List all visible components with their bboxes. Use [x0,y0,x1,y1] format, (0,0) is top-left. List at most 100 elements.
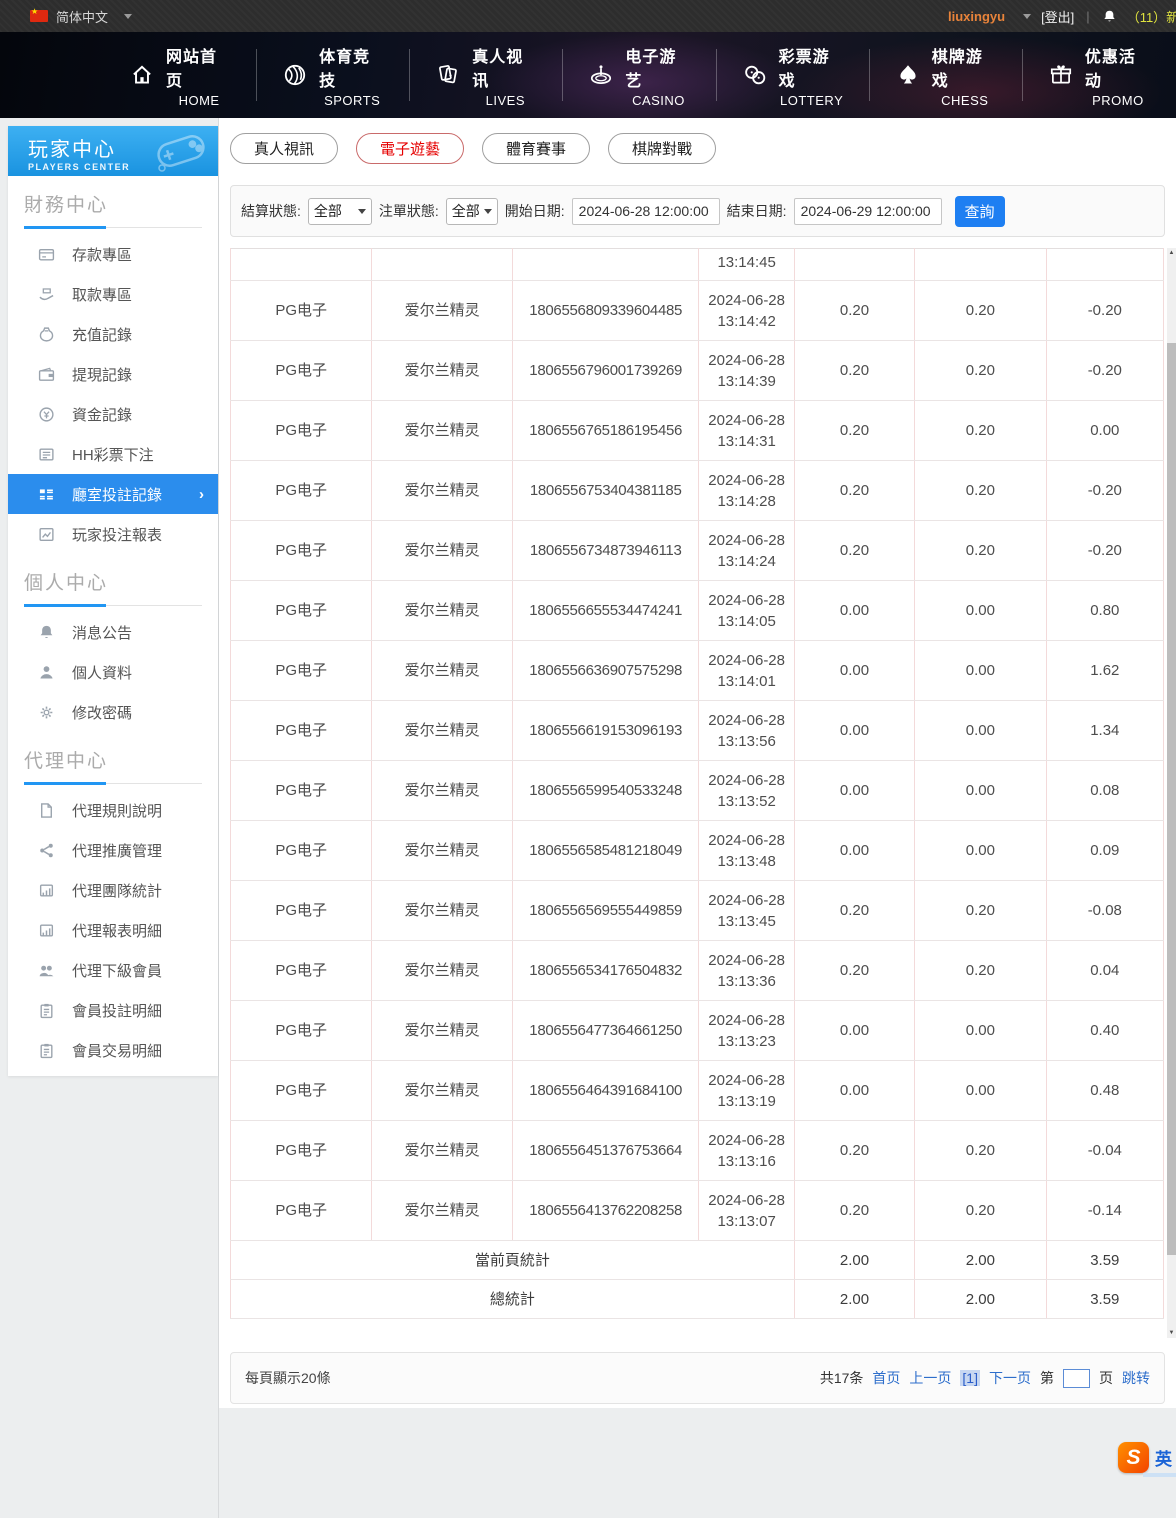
table-row: PG电子 爱尔兰精灵 1806556796001739269 2024-06-2… [231,341,1164,401]
sidebar-item-label: 提現記錄 [72,364,132,385]
current-page-indicator[interactable]: [1] [960,1370,980,1386]
search-button[interactable]: 查詢 [955,196,1005,227]
first-page-link[interactable]: 首页 [872,1368,900,1388]
table-row: PG电子 爱尔兰精灵 1806556451376753664 2024-06-2… [231,1121,1164,1181]
settle-status-select[interactable]: 全部 [308,198,372,225]
cell-game: 爱尔兰精灵 [372,581,512,641]
cell-platform: PG电子 [231,1001,372,1061]
sidebar-item-recharge-record[interactable]: 充值記錄 › [8,314,218,354]
sidebar-item-deposit[interactable]: 存款專區 › [8,234,218,274]
cell-bet-id: 1806556464391684100 [512,1061,699,1121]
chevron-down-icon [484,209,492,214]
cell-datetime: 2024-06-2813:13:23 [699,1001,794,1061]
sidebar-item-profile[interactable]: 個人資料 › [8,652,218,692]
summary-valid-bet: 2.00 [915,1241,1046,1280]
sidebar-item-funds-record[interactable]: 資金記錄 › [8,394,218,434]
nav-item-sports[interactable]: 体育竞技 SPORTS [257,43,410,108]
sidebar-item-label: HH彩票下注 [72,444,154,465]
chess-icon [895,62,921,88]
sidebar-item-room-bet-record[interactable]: 廳室投註記錄 › [8,474,218,514]
cell-valid-bet: 0.20 [915,941,1046,1001]
cell-bet-amount: 0.20 [794,1121,914,1181]
start-date-label: 開始日期: [505,201,565,221]
notification-text[interactable]: （11）新消息 [1127,7,1176,26]
sidebar-item-agent-sub-members[interactable]: 代理下級會員 › [8,950,218,990]
scroll-up-arrow[interactable]: ▲ [1167,248,1176,258]
nav-item-promo[interactable]: 优惠活动 PROMO [1023,43,1176,108]
ime-lang-badge[interactable]: 英 [1155,1445,1172,1470]
cell-winloss: -0.20 [1046,281,1163,341]
sidebar-item-withdraw-record[interactable]: 提現記錄 › [8,354,218,394]
vertical-scrollbar[interactable]: ▲ ▼ [1167,248,1176,1338]
sidebar-item-agent-team-stats[interactable]: 代理團隊統計 › [8,870,218,910]
lives-icon [435,62,461,88]
cell-datetime: 2024-06-2813:14:05 [699,581,794,641]
nav-item-home[interactable]: 网站首页 HOME [104,43,257,108]
nav-item-lives[interactable]: 真人视讯 LIVES [410,43,563,108]
language-switcher[interactable]: 简体中文 [30,0,132,32]
sidebar-item-player-bet-report[interactable]: 玩家投注報表 › [8,514,218,554]
nav-item-lottery[interactable]: 彩票游戏 LOTTERY [717,43,870,108]
cell-datetime: 2024-06-2813:13:56 [699,701,794,761]
scroll-down-arrow[interactable]: ▼ [1167,1328,1176,1338]
next-page-link[interactable]: 下一页 [989,1368,1031,1388]
cell-bet-id: 1806556619153096193 [512,701,699,761]
order-status-select[interactable]: 全部 [446,198,498,225]
summary-row: 總統計 2.00 2.00 3.59 [231,1280,1164,1319]
sogou-logo-icon[interactable]: S [1118,1442,1149,1473]
sidebar-item-withdraw[interactable]: 取款專區 › [8,274,218,314]
logout-link[interactable]: [登出] [1041,7,1074,26]
cell-game: 爱尔兰精灵 [372,341,512,401]
end-date-input[interactable] [794,198,942,225]
cell-valid-bet: 0.20 [915,401,1046,461]
sidebar-item-label: 充值記錄 [72,324,132,345]
prev-page-link[interactable]: 上一页 [909,1368,951,1388]
cell-bet-id: 1806556734873946113 [512,521,699,581]
cell-datetime: 2024-06-2813:13:52 [699,761,794,821]
cell-winloss: 0.09 [1046,821,1163,881]
withdraw-icon [38,286,55,303]
pagination-bar: 每頁顯示20條 共17条 首页 上一页 [1] 下一页 第 页 跳转 [230,1352,1165,1404]
cell-datetime: 2024-06-2813:14:28 [699,461,794,521]
sidebar-item-messages[interactable]: 消息公告 › [8,612,218,652]
nav-item-chess[interactable]: 棋牌游戏 CHESS [870,43,1023,108]
sidebar-item-member-bet-detail[interactable]: 會員投註明細 › [8,990,218,1030]
chevron-down-icon[interactable] [1023,14,1031,19]
tab-live[interactable]: 真人視訊 [230,133,338,164]
sidebar-item-hh-lottery-bet[interactable]: HH彩票下注 › [8,434,218,474]
sidebar-section-title: 個人中心 [24,568,202,606]
cell-bet-amount: 0.20 [794,281,914,341]
table-row: PG电子 爱尔兰精灵 1806556477364661250 2024-06-2… [231,1001,1164,1061]
cell-valid-bet: 0.20 [915,281,1046,341]
cell-datetime: 2024-06-2813:13:19 [699,1061,794,1121]
sidebar-item-label: 玩家投注報表 [72,524,162,545]
cell-winloss: -0.20 [1046,461,1163,521]
sidebar-item-agent-rules[interactable]: 代理規則說明 › [8,790,218,830]
cell-platform: PG电子 [231,1061,372,1121]
cell-datetime: 2024-06-2813:13:07 [699,1181,794,1241]
ime-indicator[interactable]: S 英 [1118,1442,1176,1480]
sidebar-item-agent-report-detail[interactable]: 代理報表明細 › [8,910,218,950]
cell-platform: PG电子 [231,641,372,701]
tab-sports[interactable]: 體育賽事 [482,133,590,164]
cell-bet-id: 1806556753404381185 [512,461,699,521]
tab-board[interactable]: 棋牌對戰 [608,133,716,164]
sidebar-item-change-password[interactable]: 修改密碼 › [8,692,218,732]
page-jump-input[interactable] [1063,1369,1090,1388]
cell-bet-amount: 0.00 [794,821,914,881]
tab-egame[interactable]: 電子遊藝 [356,133,464,164]
username-label[interactable]: liuxingyu [948,9,1005,24]
jump-button[interactable]: 跳转 [1122,1368,1150,1388]
cell-valid-bet: 0.00 [915,761,1046,821]
cell-game: 爱尔兰精灵 [372,1001,512,1061]
sidebar-item-member-trade-detail[interactable]: 會員交易明細 › [8,1030,218,1070]
summary-winloss: 3.59 [1046,1241,1163,1280]
nav-item-casino[interactable]: 电子游艺 CASINO [563,43,716,108]
start-date-input[interactable] [572,198,720,225]
summary-bet-amount: 2.00 [794,1280,914,1319]
cell-bet-amount: 0.20 [794,881,914,941]
cell-bet-id: 1806556585481218049 [512,821,699,881]
bell-icon[interactable] [1102,9,1117,24]
sidebar-item-agent-promotion[interactable]: 代理推廣管理 › [8,830,218,870]
scrollbar-thumb[interactable] [1167,343,1176,1255]
